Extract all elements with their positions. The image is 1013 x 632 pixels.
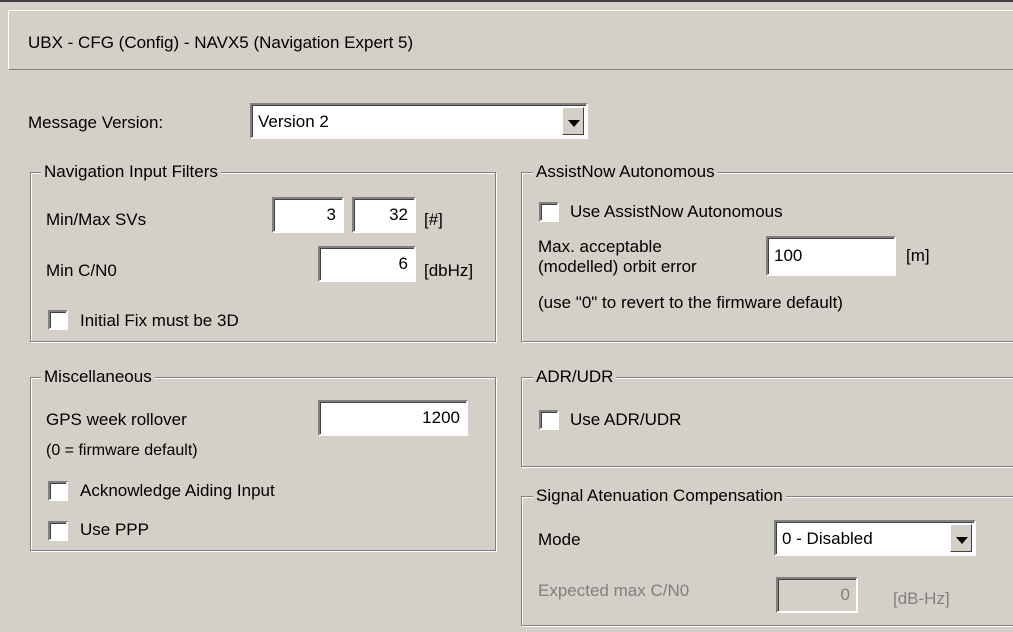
use-adr-udr-label[interactable]: Use ADR/UDR bbox=[570, 410, 681, 430]
min-cn0-unit: [dbHz] bbox=[424, 261, 474, 280]
orbit-error-label-line2: (modelled) orbit error bbox=[538, 257, 697, 276]
min-cn0-label: Min C/N0 bbox=[46, 261, 117, 280]
orbit-error-label: Max. acceptable (modelled) orbit error bbox=[538, 237, 697, 277]
mode-dropdown-button[interactable] bbox=[950, 524, 972, 552]
expected-max-cn0-label: Expected max C/N0 bbox=[538, 581, 690, 600]
gps-week-hint: (0 = firmware default) bbox=[46, 442, 198, 459]
max-svs-input[interactable] bbox=[352, 197, 416, 233]
chevron-down-icon bbox=[568, 120, 580, 127]
use-assistnow-checkbox[interactable] bbox=[539, 202, 559, 222]
initial-fix-3d-label[interactable]: Initial Fix must be 3D bbox=[80, 311, 239, 331]
use-ppp-label[interactable]: Use PPP bbox=[80, 520, 149, 540]
mode-dropdown[interactable]: 0 - Disabled bbox=[774, 520, 976, 556]
message-version-label: Message Version: bbox=[28, 113, 164, 132]
gps-week-label: GPS week rollover bbox=[46, 410, 187, 429]
mode-value: 0 - Disabled bbox=[782, 529, 873, 548]
orbit-error-label-line1: Max. acceptable bbox=[538, 237, 662, 256]
ack-aiding-checkbox[interactable] bbox=[48, 481, 68, 501]
assistnow-hint: (use "0" to revert to the firmware defau… bbox=[538, 293, 843, 312]
chevron-down-icon bbox=[956, 537, 968, 544]
mode-label: Mode bbox=[538, 530, 581, 549]
min-max-svs-label: Min/Max SVs bbox=[46, 210, 147, 229]
orbit-error-input[interactable] bbox=[766, 236, 896, 276]
top-border bbox=[0, 0, 1013, 2]
min-svs-input[interactable] bbox=[272, 197, 344, 233]
gps-week-input[interactable] bbox=[318, 400, 468, 436]
ack-aiding-label[interactable]: Acknowledge Aiding Input bbox=[80, 481, 275, 501]
misc-title: Miscellaneous bbox=[41, 367, 155, 387]
expected-max-cn0-input[interactable] bbox=[776, 577, 858, 613]
initial-fix-3d-checkbox[interactable] bbox=[48, 310, 68, 330]
use-ppp-checkbox[interactable] bbox=[48, 521, 68, 541]
use-assistnow-label[interactable]: Use AssistNow Autonomous bbox=[570, 202, 783, 222]
assistnow-title: AssistNow Autonomous bbox=[533, 162, 718, 182]
page-title: UBX - CFG (Config) - NAVX5 (Navigation E… bbox=[28, 33, 414, 52]
signal-comp-title: Signal Atenuation Compensation bbox=[533, 486, 786, 506]
message-version-dropdown[interactable]: Version 2 bbox=[250, 103, 588, 139]
use-adr-udr-checkbox[interactable] bbox=[539, 410, 559, 430]
message-version-value: Version 2 bbox=[258, 112, 329, 131]
adr-udr-title: ADR/UDR bbox=[533, 367, 617, 387]
message-version-dropdown-button[interactable] bbox=[562, 107, 584, 135]
orbit-error-unit: [m] bbox=[906, 246, 930, 265]
min-cn0-input[interactable] bbox=[318, 246, 416, 282]
nav-input-filters-title: Navigation Input Filters bbox=[41, 162, 221, 182]
min-max-svs-unit: [#] bbox=[424, 210, 443, 229]
expected-max-cn0-unit: [dB-Hz] bbox=[893, 589, 950, 608]
